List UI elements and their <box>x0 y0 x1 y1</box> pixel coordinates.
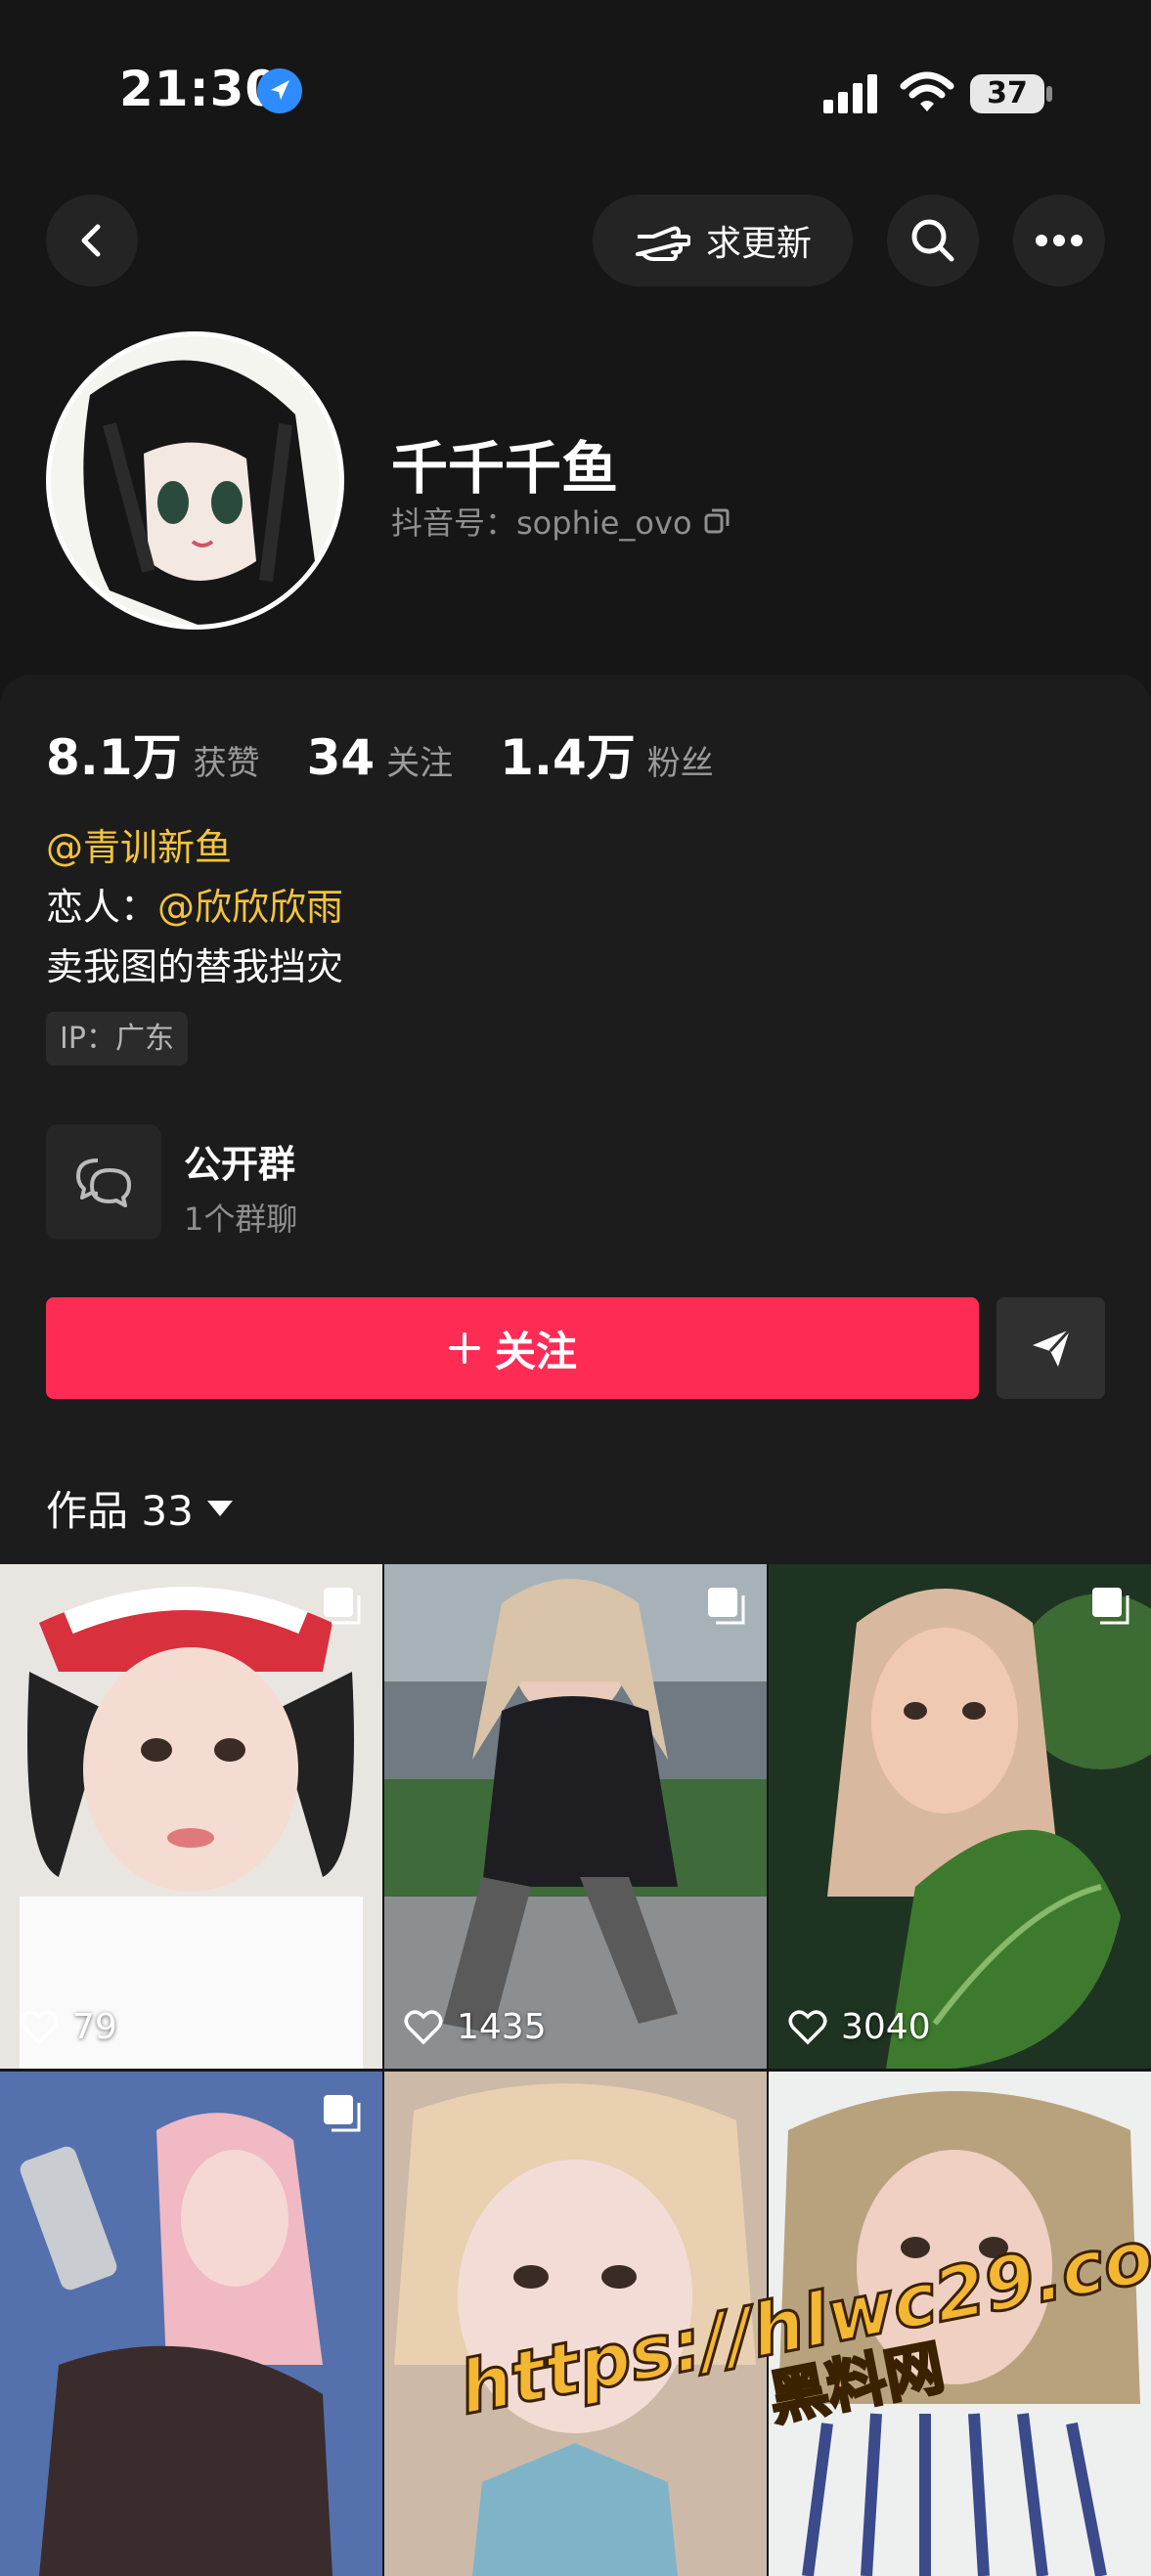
work-item-4[interactable] <box>0 2072 382 2576</box>
stat-following-value: 34 <box>306 729 376 786</box>
stat-following[interactable]: 34 关注 <box>307 729 454 786</box>
multi-image-icon <box>708 1588 745 1625</box>
multi-image-icon <box>1092 1588 1129 1625</box>
status-time: 21:30 <box>119 61 281 117</box>
stats-row: 8.1万 获赞 34 关注 1.4万 粉丝 <box>46 719 761 789</box>
multi-image-icon <box>324 1588 361 1625</box>
location-arrow-icon <box>257 68 302 113</box>
wifi-icon <box>900 70 954 117</box>
search-icon <box>911 219 954 262</box>
like-count-value: 79 <box>72 2007 117 2047</box>
stat-following-label: 关注 <box>386 744 454 783</box>
like-count-value: 3040 <box>841 2007 931 2047</box>
request-update-button[interactable]: 求更新 <box>593 195 853 286</box>
stat-followers-label: 粉丝 <box>646 744 714 783</box>
search-button[interactable] <box>887 195 979 286</box>
bio-line-1: @青训新鱼 <box>46 817 232 871</box>
more-dots-icon <box>1036 235 1083 246</box>
username: 千千千鱼 <box>391 435 619 502</box>
tab-works[interactable]: 作品 33 <box>46 1478 233 1538</box>
douyin-id-text: 抖音号：sophie_ovo <box>391 504 692 542</box>
triangle-down-icon <box>206 1500 233 1516</box>
work-item-1[interactable]: 79 <box>0 1564 382 2069</box>
group-chat-icon[interactable] <box>46 1124 161 1240</box>
heart-icon <box>788 2009 827 2044</box>
bio-prefix: 恋人： <box>46 886 158 929</box>
battery-cap <box>1046 86 1052 102</box>
plus-icon <box>448 1332 480 1364</box>
heart-icon <box>404 2009 443 2044</box>
request-update-label: 求更新 <box>705 224 812 264</box>
douyin-id: 抖音号：sophie_ovo <box>391 499 731 544</box>
group-subtitle: 1个群聊 <box>184 1201 298 1238</box>
like-count: 1435 <box>404 2007 547 2047</box>
stat-followers-value: 1.4万 <box>500 729 636 786</box>
bio-mention-1[interactable]: @青训新鱼 <box>46 826 232 869</box>
signal-icon <box>823 72 880 117</box>
copy-icon[interactable] <box>702 506 731 536</box>
back-button[interactable] <box>46 195 138 286</box>
stat-likes-label: 获赞 <box>193 744 260 783</box>
like-count: 3040 <box>788 2007 931 2047</box>
message-button[interactable] <box>996 1297 1105 1399</box>
bio-line-2: 恋人：@欣欣欣雨 <box>46 877 343 931</box>
group-title[interactable]: 公开群 <box>184 1134 295 1188</box>
work-item-2[interactable]: 1435 <box>384 1564 767 2069</box>
heart-icon <box>20 2009 59 2044</box>
multi-image-icon <box>324 2095 361 2132</box>
follow-button[interactable]: 关注 <box>46 1297 979 1399</box>
profile-panel <box>0 675 1151 1564</box>
stat-followers[interactable]: 1.4万 粉丝 <box>500 719 714 789</box>
works-label: 作品 33 <box>46 1487 194 1535</box>
chevron-left-icon <box>81 224 101 257</box>
more-button[interactable] <box>1013 195 1105 286</box>
ip-location-badge: IP：广东 <box>46 1012 188 1066</box>
stat-likes[interactable]: 8.1万 获赞 <box>46 719 260 789</box>
avatar[interactable] <box>46 331 344 630</box>
stat-likes-value: 8.1万 <box>46 729 182 786</box>
bio-mention-2[interactable]: @欣欣欣雨 <box>157 886 343 929</box>
like-count-value: 1435 <box>457 2007 547 2047</box>
work-item-3[interactable]: 3040 <box>769 1564 1151 2069</box>
follow-label: 关注 <box>494 1327 577 1375</box>
send-icon <box>1032 1328 1071 1367</box>
like-count: 79 <box>20 2007 117 2047</box>
pointing-hand-icon <box>635 226 690 261</box>
bio-line-3: 卖我图的替我挡灾 <box>46 945 344 988</box>
battery-icon: 37 <box>970 74 1044 113</box>
